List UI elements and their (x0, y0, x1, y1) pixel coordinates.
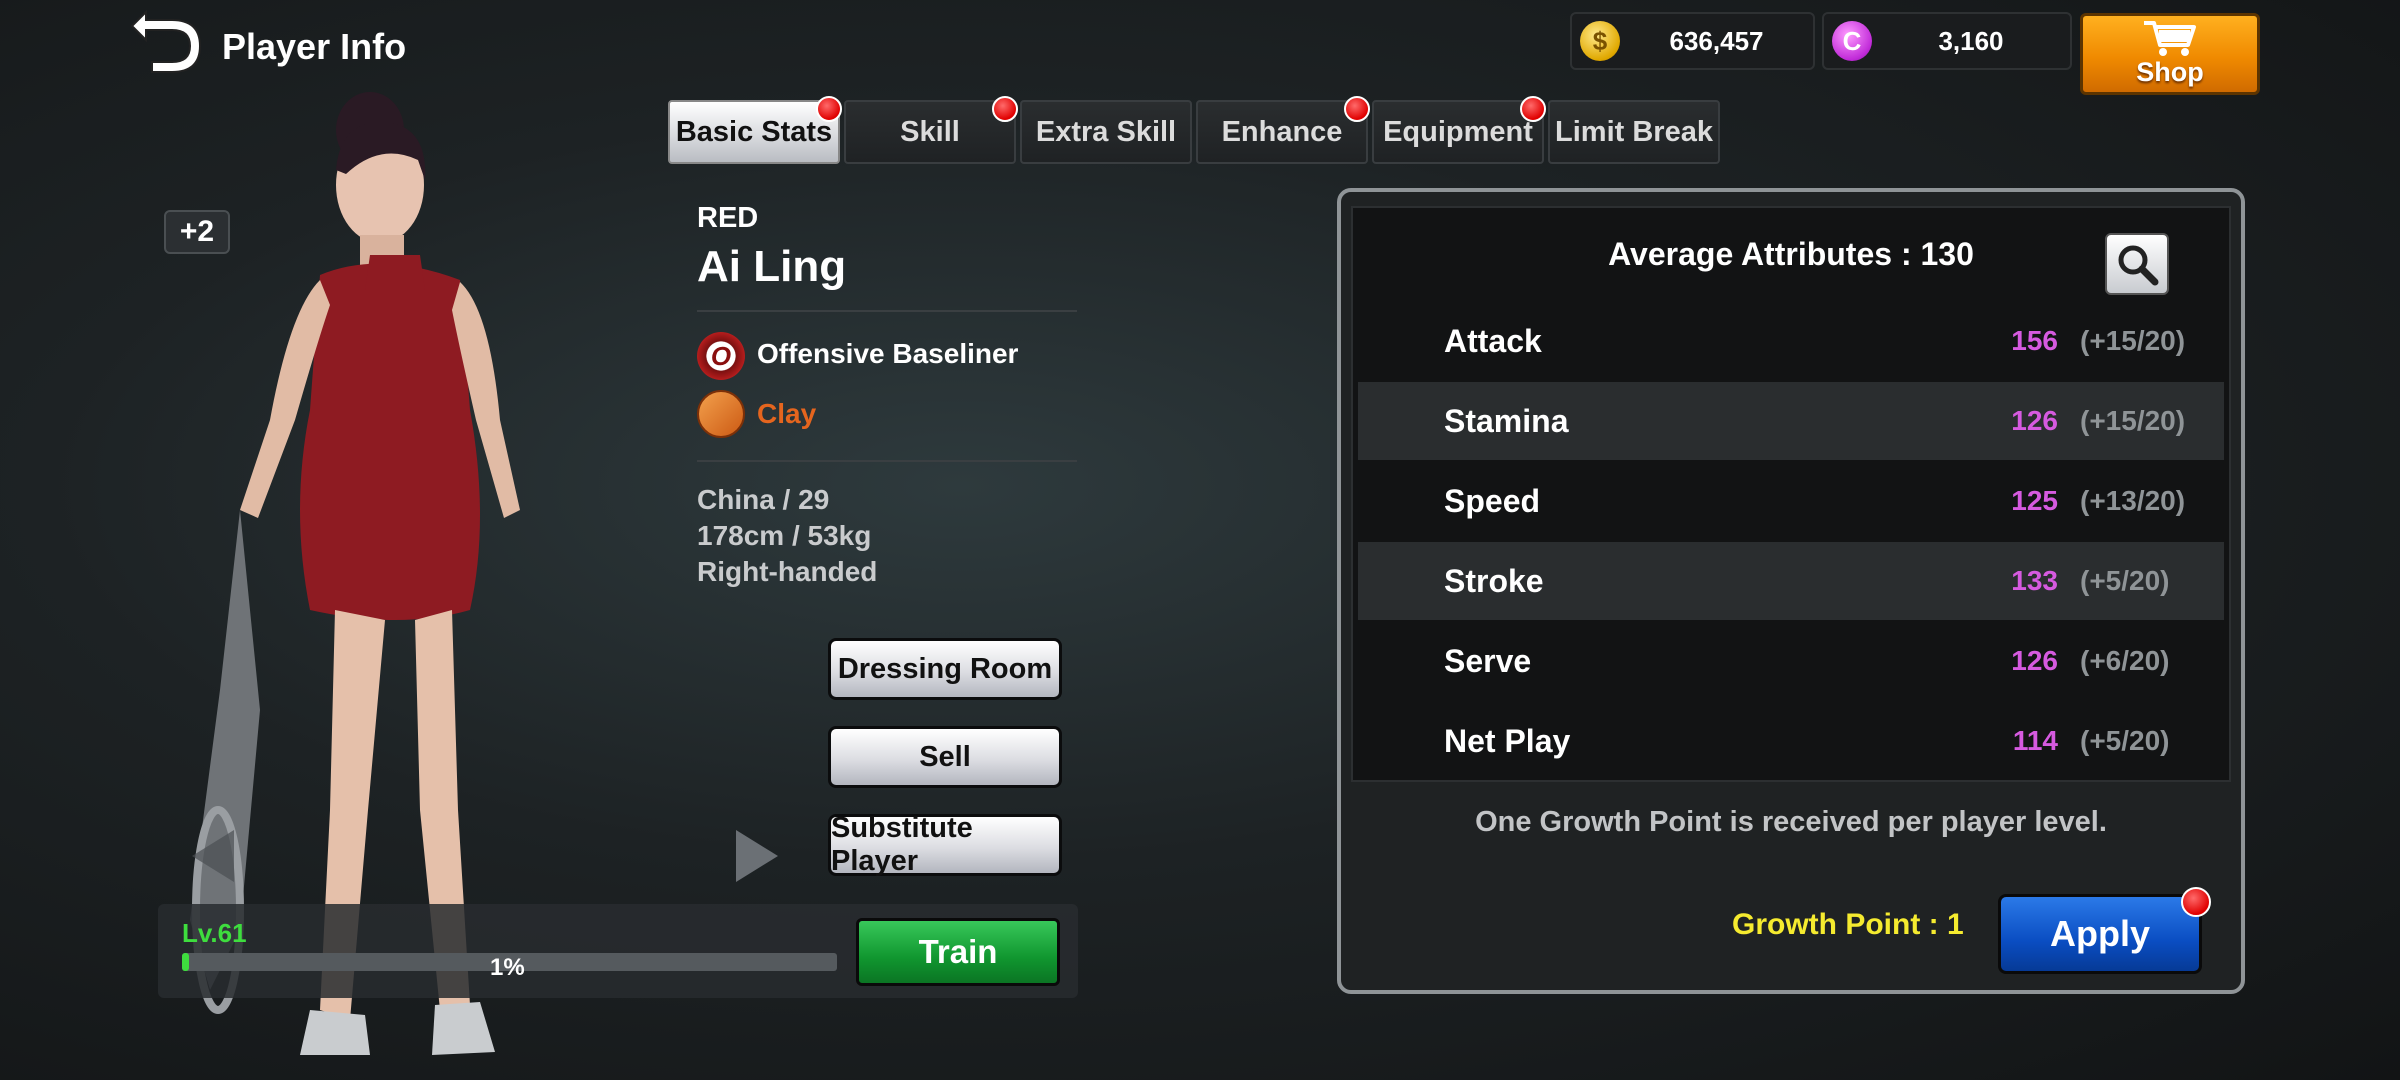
court-type-label: Clay (757, 398, 817, 429)
play-style-icon: O (697, 332, 745, 380)
stat-bonus: (+6/20) (2080, 645, 2170, 676)
next-player-arrow-icon[interactable] (734, 828, 780, 884)
stat-value: 126 (2011, 405, 2058, 436)
average-attributes-title: Average Attributes : 130 (1608, 236, 1974, 272)
gem-amount: 3,160 (1938, 25, 2004, 56)
gem-coin-icon: C (1832, 21, 1872, 61)
player-team: RED (697, 202, 759, 234)
stat-name: Stamina (1444, 402, 1569, 439)
notification-dot (992, 96, 1018, 122)
shop-button[interactable]: Shop (2080, 13, 2260, 95)
tab-label: Basic Stats (675, 115, 833, 148)
tab-enhance[interactable]: Enhance (1196, 96, 1370, 164)
notification-dot (2181, 887, 2211, 917)
gold-counter: $ 636,457 (1570, 12, 1815, 70)
attribute-detail-button[interactable] (2105, 233, 2169, 295)
level-progress-text: 1% (490, 954, 525, 981)
court-clay-icon (697, 390, 745, 438)
stat-bonus: (+15/20) (2080, 325, 2186, 356)
page-title: Player Info (222, 26, 407, 67)
apply-label: Apply (2049, 913, 2150, 954)
stat-value: 125 (2011, 485, 2058, 516)
tab-bar: Basic Stats Skill Extra Skill Enhance Eq… (668, 96, 1720, 164)
train-button[interactable]: Train (856, 918, 1060, 986)
stat-row-speed: Speed 125 (+13/20) (1358, 462, 2224, 540)
gold-amount: 636,457 (1669, 25, 1764, 56)
magnifier-icon (2118, 245, 2159, 286)
divider (697, 460, 1077, 462)
stat-name: Stroke (1444, 562, 1544, 599)
tab-basic-stats[interactable]: Basic Stats (668, 96, 842, 164)
stat-bonus: (+5/20) (2080, 565, 2170, 596)
divider (697, 310, 1077, 312)
tab-skill[interactable]: Skill (844, 96, 1018, 164)
sell-button[interactable]: Sell (828, 726, 1062, 788)
dressing-room-button[interactable]: Dressing Room (828, 638, 1062, 700)
stat-row-stamina: Stamina 126 (+15/20) (1358, 382, 2224, 460)
substitute-player-button[interactable]: Substitute Player (828, 812, 1062, 877)
stat-name: Speed (1444, 482, 1541, 519)
growth-point-count: Growth Point : 1 (1732, 908, 1964, 941)
notification-dot (1520, 96, 1546, 122)
stat-row-net-play: Net Play 114 (+5/20) (1358, 702, 2224, 780)
stat-bonus: (+5/20) (2080, 725, 2170, 756)
player-height-weight: 178cm / 53kg (697, 520, 872, 551)
shopping-cart-icon (2144, 21, 2196, 56)
tab-extra-skill[interactable]: Extra Skill (1020, 100, 1192, 164)
back-button[interactable] (128, 6, 206, 76)
previous-player-arrow-icon[interactable] (190, 828, 236, 884)
stat-value: 126 (2011, 645, 2058, 676)
stat-row-stroke: Stroke 133 (+5/20) (1358, 542, 2224, 620)
stat-name: Serve (1444, 642, 1532, 679)
player-name: Ai Ling (697, 242, 847, 291)
tab-limit-break[interactable]: Limit Break (1548, 100, 1720, 164)
gem-counter: C 3,160 (1822, 12, 2072, 70)
tab-label: Extra Skill (1035, 115, 1177, 148)
player-level: Lv.61 (182, 918, 247, 948)
stat-value: 156 (2011, 325, 2058, 356)
stat-name: Attack (1444, 322, 1542, 359)
growth-point-note: One Growth Point is received per player … (1475, 806, 2107, 838)
stat-row-serve: Serve 126 (+6/20) (1358, 622, 2224, 700)
tab-label: Enhance (1221, 115, 1343, 148)
stat-bonus: (+13/20) (2080, 485, 2186, 516)
tab-label: Skill (900, 115, 960, 148)
tab-equipment[interactable]: Equipment (1372, 96, 1546, 164)
notification-dot (816, 96, 842, 122)
stat-bonus: (+15/20) (2080, 405, 2186, 436)
gold-coin-icon: $ (1580, 21, 1620, 61)
stat-row-attack: Attack 156 (+15/20) (1358, 302, 2224, 380)
stat-value: 133 (2011, 565, 2058, 596)
level-progress-fill (182, 953, 189, 971)
player-handedness: Right-handed (697, 556, 878, 587)
stat-value: 114 (2012, 725, 2058, 756)
stat-name: Net Play (1444, 722, 1571, 759)
apply-button[interactable]: Apply (1998, 887, 2211, 974)
tab-label: Equipment (1383, 115, 1533, 148)
shop-label: Shop (2136, 57, 2204, 87)
notification-dot (1344, 96, 1370, 122)
tab-label: Limit Break (1555, 115, 1713, 148)
enhance-level-badge: +2 (164, 210, 230, 254)
back-arrow-icon (130, 9, 202, 73)
player-nationality-age: China / 29 (697, 484, 830, 515)
play-style-label: Offensive Baseliner (757, 338, 1019, 369)
